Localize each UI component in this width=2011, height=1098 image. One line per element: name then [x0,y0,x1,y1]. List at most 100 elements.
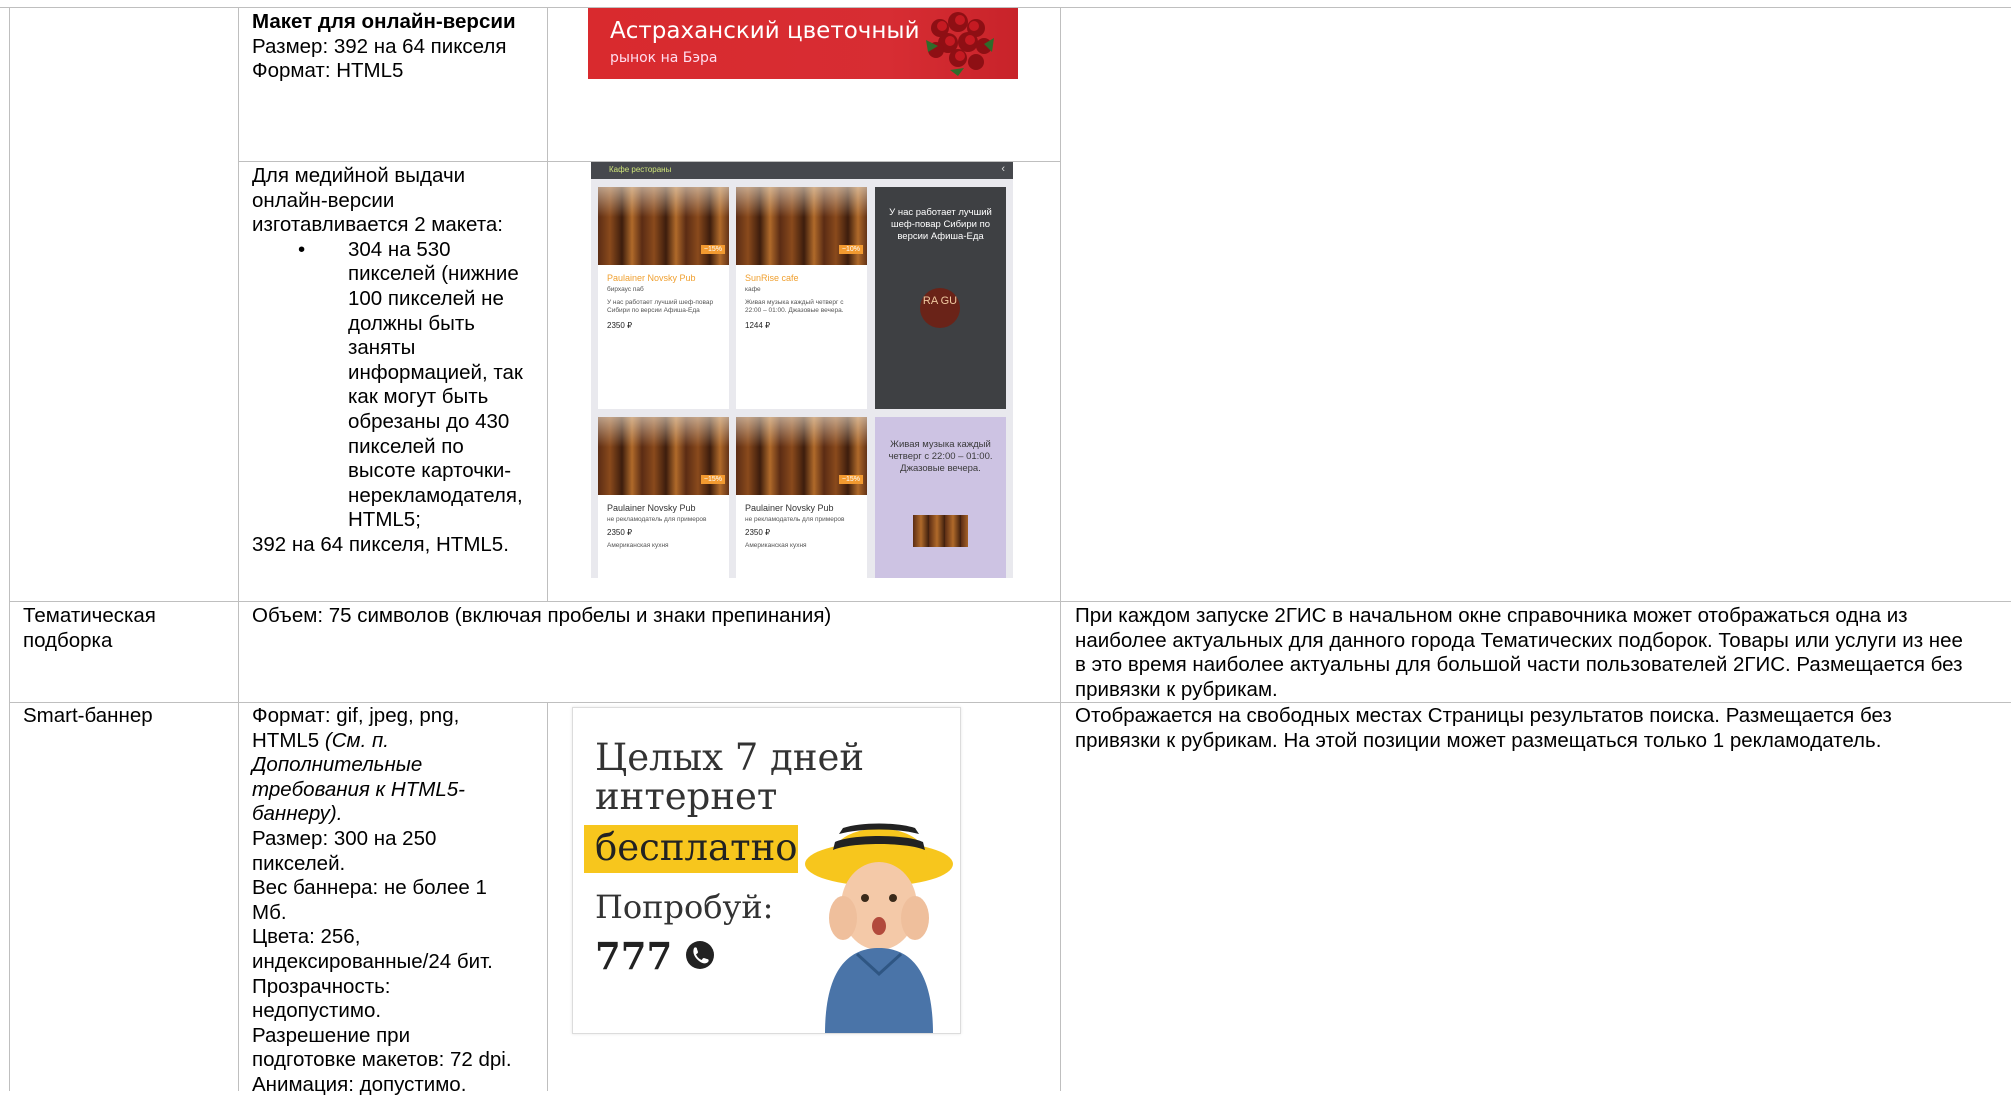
beeline-line5: 777 [595,934,673,978]
smart-format-text: HTML5 [252,728,325,752]
smart-format-line: Цвета: 256, [252,925,361,949]
mock-card-name: Paulainer Novsky Pub [607,503,696,513]
table-border-row2 [9,601,2011,602]
astrakhan-banner-line1: Астраханский цветочный [610,18,920,44]
bullet-line: должны быть [348,311,475,335]
mock-card-desc: Американская кухня [607,542,669,549]
phone-icon [686,941,714,969]
smart-format-line: подготовке макетов: 72 dpi. [252,1048,512,1072]
smart-format-line: требования к HTML5- [252,777,465,801]
mock-card: −10% SunRise cafe кафе Живая музыка кажд… [736,187,867,409]
cell-thematic-volume: Объем: 75 символов (включая пробелы и зн… [252,604,1052,629]
smart-format-line: Мб. [252,900,287,924]
mock-topbar-label: Кафе рестораны [609,165,672,174]
lilac-ad-text: Живая музыка каждый четверг с 22:00 – 01… [888,439,993,474]
mock-card: −15% Paulainer Novsky Pub не рекламодате… [598,417,729,578]
document-page: Макет для онлайн-версии Размер: 392 на 6… [0,0,2011,1096]
smart-format-line: недопустимо. [252,999,382,1023]
smart-desc-line: Отображается на свободных местах Страниц… [1075,704,1892,727]
smart-format-line: Размер: 300 на 250 [252,826,437,850]
cell-thematic-description: При каждом запуске 2ГИС в начальном окне… [1075,604,2010,702]
mock-ad-card-lilac: Живая музыка каждый четверг с 22:00 – 01… [875,417,1006,578]
mock-card-sub: не рекламодатель для примеров [607,516,707,523]
bullet-line: высоте карточки- [348,459,512,483]
cell-online-layout: Макет для онлайн-версии Размер: 392 на 6… [252,10,542,84]
ragu-logo: RA GU [920,288,960,328]
astrakhan-banner-line2: рынок на Бэра [610,50,718,66]
bullet-line: 304 на 530 [348,237,451,261]
beeline-line4: Попробуй: [595,888,774,926]
media-layout-mockup: Кафе рестораны ‹ −15% Paulainer Novsky P… [591,162,1013,578]
chevron-left-icon: ‹ [1001,163,1005,175]
table-border-left [9,7,10,1091]
discount-badge: −15% [700,245,725,254]
dark-ad-text: У нас работает лучший шеф-повар Сибири п… [889,207,992,242]
smart-format-line: Дополнительные [252,753,423,777]
cell-media: Для медийной выдачи онлайн-версии изгота… [252,164,542,558]
cell-thematic-label: Тематическая подборка [23,604,233,653]
girl-in-hat-illustration [805,823,953,1033]
beeline-line2: интернет [595,775,778,818]
mock-card-desc: Живая музыка каждый четверг с 22:00 – 01… [745,299,844,314]
mock-card: −15% Paulainer Novsky Pub не рекламодате… [736,417,867,578]
thematic-desc-line: в это время наиболее актуальны для больш… [1075,653,1963,677]
mock-card-name: Paulainer Novsky Pub [745,503,834,513]
media-intro-1: Для медийной выдачи [252,164,466,187]
mock-card: −15% Paulainer Novsky Pub бирхаус паб У … [598,187,729,409]
astrakhan-banner-image: Астраханский цветочный рынок на Бэра [588,8,1018,79]
media-bullet-list: 304 на 530 пикселей (нижние 100 пикселей… [252,238,542,533]
table-border-col1 [238,7,239,1091]
thematic-label-2: подборка [23,628,113,652]
bullet-line: обрезаны до 430 [348,409,510,433]
mock-card-sub: бирхаус паб [607,286,644,293]
discount-badge: −10% [838,245,863,254]
roses-icon [926,12,994,76]
media-bullet-item: 304 на 530 пикселей (нижние 100 пикселей… [252,238,542,533]
lilac-ad-photo [913,515,968,547]
bullet-line: пикселей по [348,434,464,458]
mock-ad-card-dark: У нас работает лучший шеф-повар Сибири п… [875,187,1006,409]
media-intro-2: онлайн-версии [252,188,395,212]
bullet-line: как могут быть [348,385,489,409]
table-border-col2a [547,7,548,602]
beeline-line1: Целых 7 дней [595,736,865,779]
smart-format-italic: (См. п. [324,728,389,752]
mock-card-price: 1244 ₽ [745,321,771,330]
bullet-line: пикселей (нижние [348,262,519,286]
online-layout-format: Формат: HTML5 [252,59,404,83]
beeline-banner-image: Целых 7 дней интернет бесплатно Попробуй… [572,707,961,1034]
smart-format-line: пикселей. [252,851,346,875]
mock-card-sub: не рекламодатель для примеров [745,516,845,523]
smart-label: Smart-баннер [23,704,153,727]
mock-card-desc: Американская кухня [745,542,807,549]
smart-desc-line: привязки к рубрикам. На этой позиции мож… [1075,728,1882,752]
thematic-desc-line: привязки к рубрикам. [1075,677,1278,701]
discount-badge: −15% [838,475,863,484]
thematic-desc-line: наиболее актуальных для данного города Т… [1075,628,1963,652]
thematic-label-1: Тематическая [23,604,156,627]
media-intro-3: изготавливается 2 макета: [252,213,503,237]
mock-card-price: 2350 ₽ [607,528,633,537]
smart-format-line: Вес баннера: не более 1 [252,876,487,900]
mock-topbar: Кафе рестораны ‹ [591,162,1013,179]
online-layout-size: Размер: 392 на 64 пикселя [252,34,507,58]
mock-card-price: 2350 ₽ [745,528,771,537]
smart-format-line: HTML5 (См. п. [252,729,544,754]
beeline-line3: бесплатно [595,826,798,869]
online-layout-title: Макет для онлайн-версии [252,10,516,33]
bullet-line: 100 пикселей не [348,286,504,310]
bullet-line: нерекламодателя, [348,483,523,507]
smart-format-line: Формат: gif, jpeg, png, [252,704,460,727]
media-tail: 392 на 64 пикселя, HTML5. [252,532,509,556]
cell-smart-description: Отображается на свободных местах Страниц… [1075,704,2010,753]
cell-smart-format: Формат: gif, jpeg, png, HTML5 (См. п. До… [252,704,544,1098]
cell-smart-label: Smart-баннер [23,704,233,729]
bullet-line: HTML5; [348,508,421,532]
thematic-desc-line: При каждом запуске 2ГИС в начальном окне… [1075,604,1908,627]
mock-card-name: Paulainer Novsky Pub [607,273,696,283]
bullet-line: заняты [348,336,416,360]
smart-format-line: индексированные/24 бит. [252,949,493,973]
smart-format-line: Разрешение при [252,1023,411,1047]
bullet-line: информацией, так [348,360,523,384]
mock-card-name: SunRise cafe [745,273,799,283]
